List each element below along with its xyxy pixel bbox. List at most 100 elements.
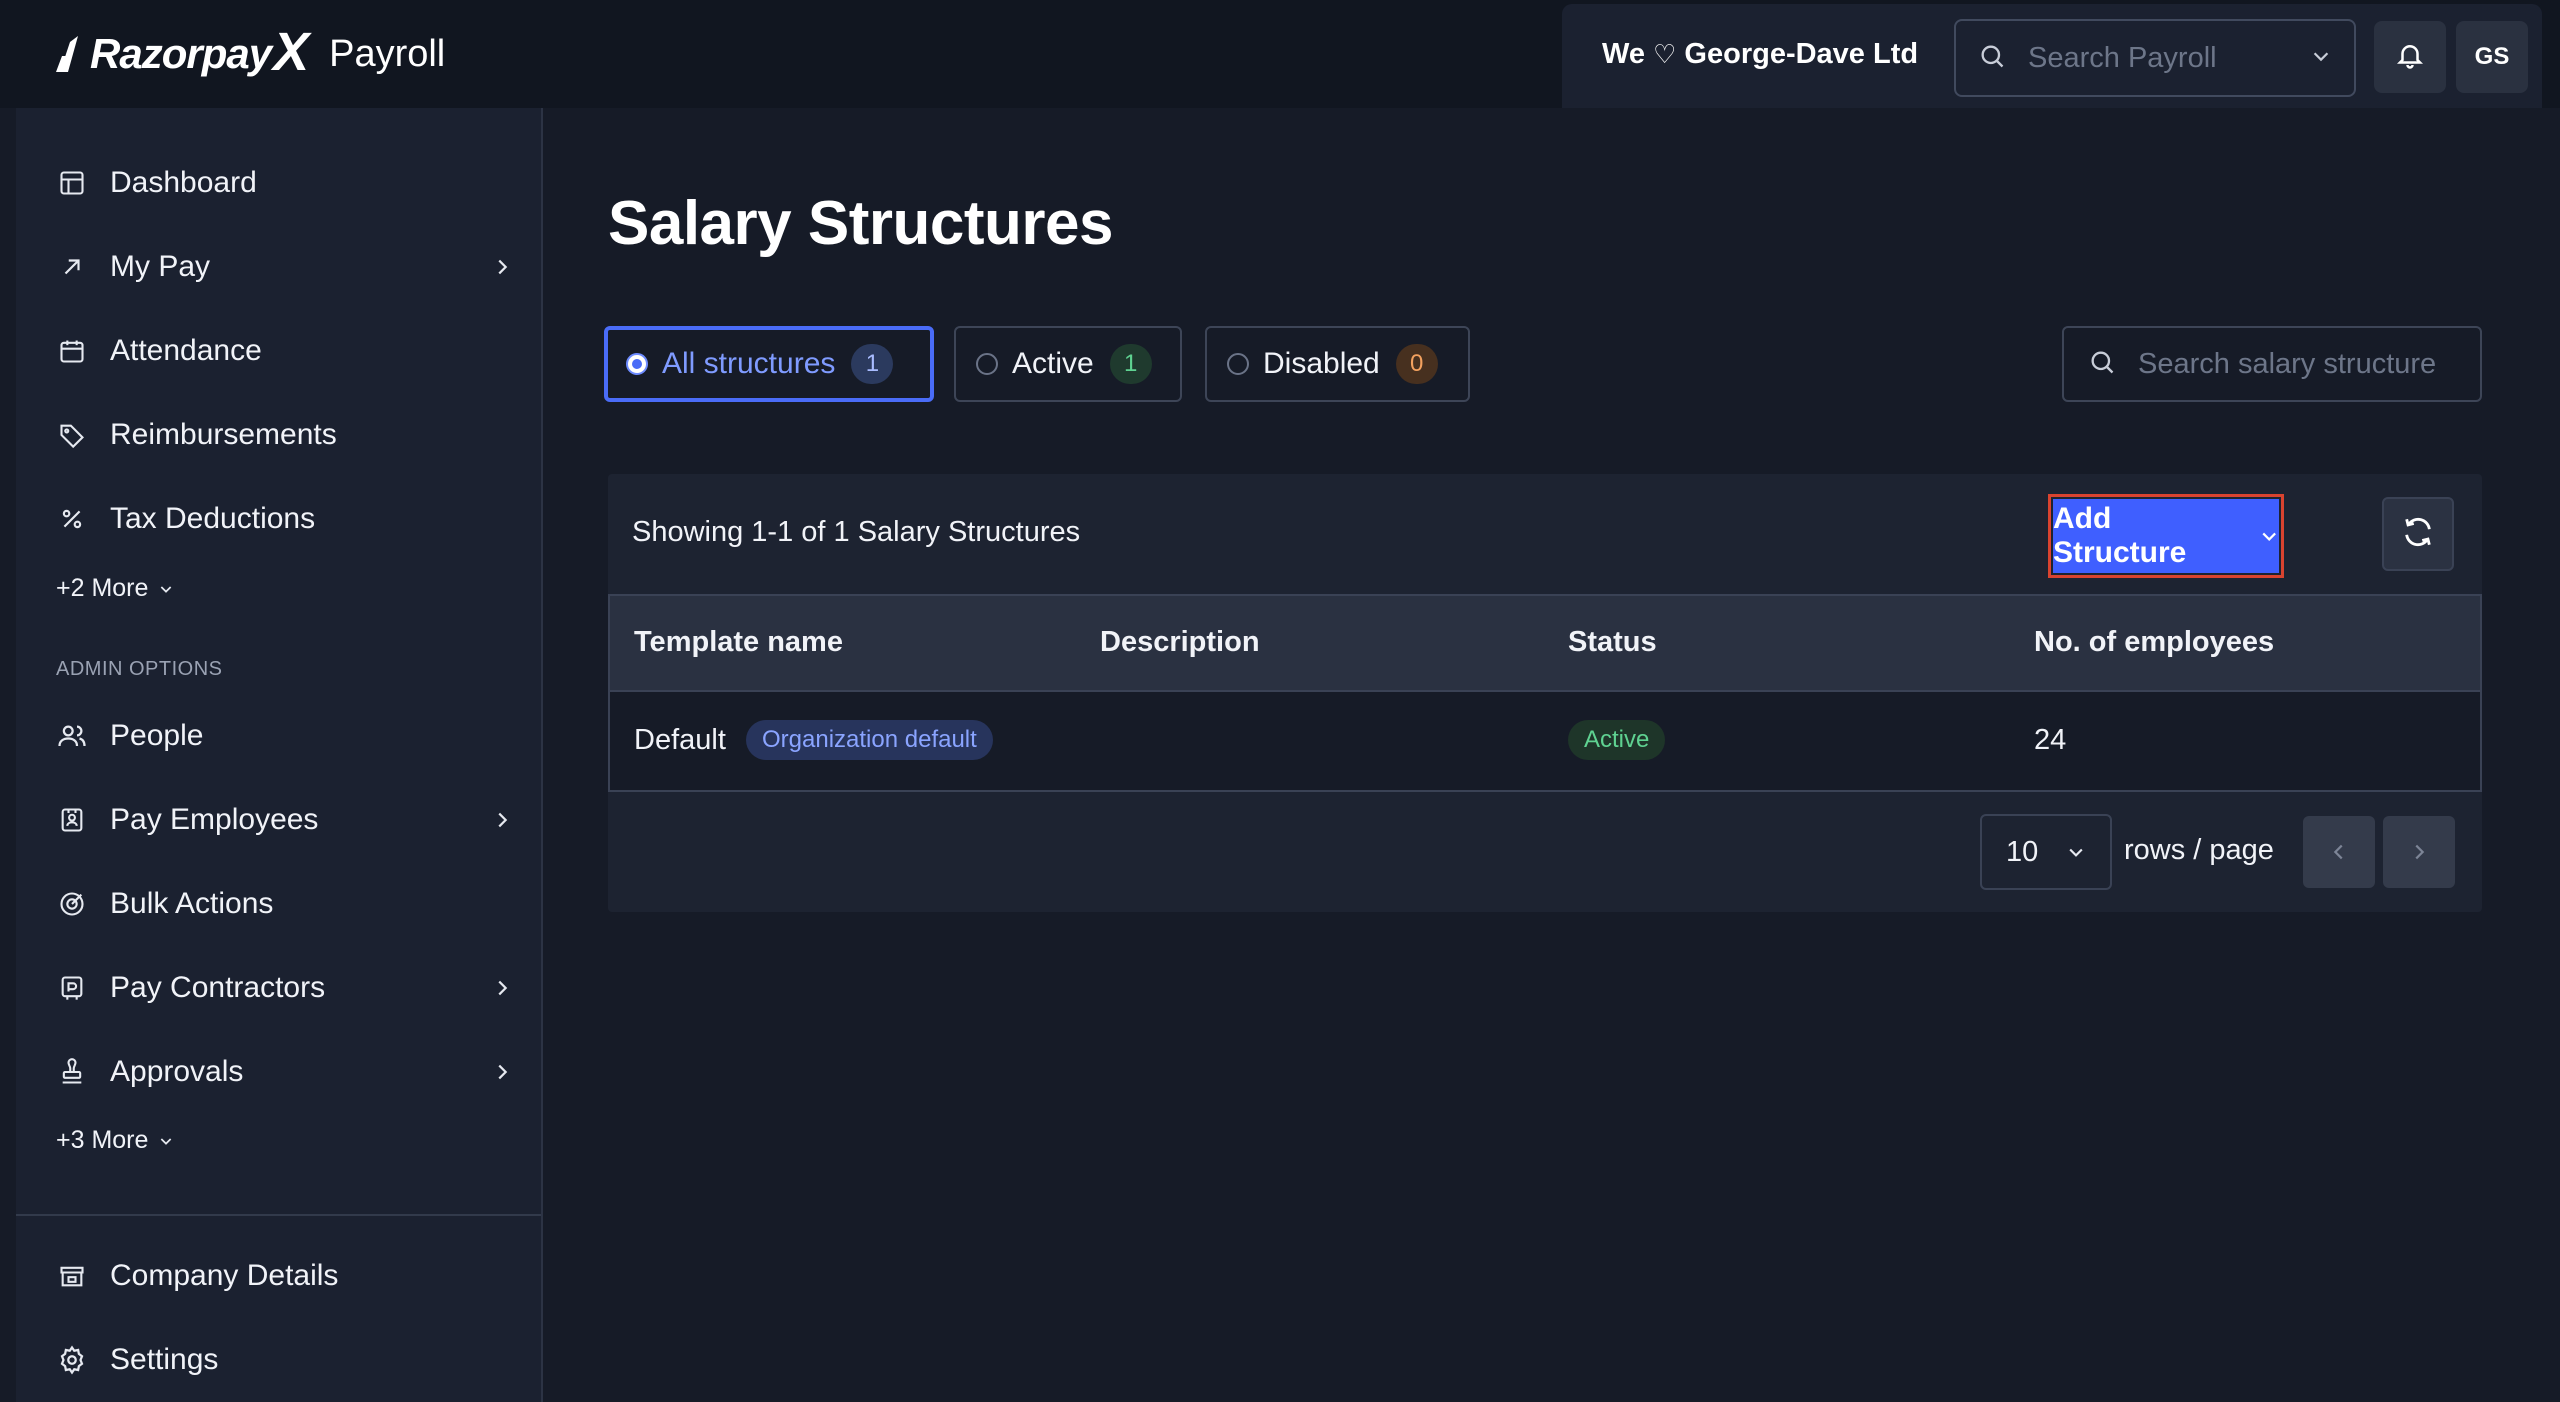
sidebar-item-dashboard[interactable]: Dashboard: [56, 153, 516, 213]
admin-options-heading: ADMIN OPTIONS: [56, 658, 223, 680]
organization-default-badge: Organization default: [746, 720, 993, 760]
global-search-input[interactable]: Search Payroll: [1954, 19, 2356, 97]
sidebar-item-label: People: [110, 719, 204, 752]
add-structure-label: Add Structure: [2053, 502, 2187, 569]
sidebar-item-bulk-actions[interactable]: Bulk Actions: [56, 874, 516, 934]
table-header: Template name Description Status No. of …: [610, 596, 2480, 692]
cell-template-name: Default: [634, 724, 726, 756]
column-header-status: Status: [1568, 626, 1657, 658]
target-icon: [56, 888, 88, 920]
sidebar-item-my-pay[interactable]: My Pay: [56, 237, 516, 297]
filter-label: Active: [1012, 347, 1094, 380]
brand-logo-link[interactable]: Razorpay X Payroll: [56, 22, 445, 86]
chevron-left-icon: [2333, 844, 2343, 860]
chevron-down-icon: [2262, 532, 2276, 541]
filter-count: 1: [1109, 344, 1152, 384]
filter-count: 1: [851, 344, 894, 384]
gear-icon: [56, 1344, 88, 1376]
page-title: Salary Structures: [608, 189, 1113, 258]
table-row[interactable]: Default Organization default Active 24: [610, 692, 2480, 790]
radio-icon: [976, 353, 998, 375]
dashboard-icon: [56, 167, 88, 199]
chevron-down-icon: [2310, 45, 2332, 72]
status-badge: Active: [1568, 720, 1666, 760]
employee-badge-icon: [56, 804, 88, 836]
sidebar-item-label: Pay Employees: [110, 803, 319, 836]
sidebar-item-company-details[interactable]: Company Details: [56, 1246, 516, 1306]
sidebar-more-toggle-2[interactable]: +3 More: [56, 1126, 174, 1155]
store-icon: [56, 1260, 88, 1292]
sidebar-item-label: Reimbursements: [110, 418, 337, 451]
column-header-employees: No. of employees: [2034, 626, 2275, 658]
company-name[interactable]: We ♡ George-Dave Ltd: [1602, 38, 1918, 71]
chevron-down-icon: [161, 585, 172, 593]
column-header-description: Description: [1100, 626, 1260, 658]
more-label: +2 More: [56, 574, 149, 602]
brand-x-mark: X: [273, 22, 310, 82]
sidebar-item-people[interactable]: People: [56, 706, 516, 766]
refresh-button[interactable]: [2382, 497, 2454, 571]
bell-icon: [2395, 40, 2425, 75]
arrow-up-right-icon: [56, 251, 88, 283]
filter-all-structures[interactable]: All structures 1: [604, 326, 934, 402]
more-label: +3 More: [56, 1126, 149, 1154]
brand-product: Payroll: [329, 32, 446, 75]
previous-page-button[interactable]: [2303, 816, 2375, 888]
radio-icon: [1227, 353, 1249, 375]
filter-label: Disabled: [1263, 347, 1380, 380]
radio-selected-icon: [626, 353, 648, 375]
sidebar-item-label: Attendance: [110, 334, 262, 367]
search-icon: [1978, 42, 2006, 75]
salary-structure-search-input[interactable]: Search salary structure: [2062, 326, 2482, 402]
sidebar-item-label: Approvals: [110, 1055, 244, 1088]
rows-per-page-value: 10: [2006, 835, 2039, 868]
sidebar-more-toggle-1[interactable]: +2 More: [56, 574, 174, 603]
sidebar-item-approvals[interactable]: Approvals: [56, 1042, 516, 1102]
company-name-text: George-Dave Ltd: [1684, 38, 1919, 70]
add-structure-button[interactable]: Add Structure: [2053, 499, 2279, 573]
sidebar-item-label: My Pay: [110, 250, 211, 283]
search-icon: [2088, 348, 2116, 381]
filter-label: All structures: [662, 347, 836, 380]
sidebar-item-pay-employees[interactable]: Pay Employees: [56, 790, 516, 850]
search-placeholder: Search Payroll: [2028, 41, 2217, 74]
chevron-right-icon: [2415, 844, 2425, 860]
chevron-right-icon: [488, 974, 516, 1002]
cell-employees: 24: [2034, 724, 2067, 756]
chevron-down-icon: [2069, 848, 2083, 857]
filter-count: 0: [1395, 344, 1438, 384]
tag-icon: [56, 419, 88, 451]
heart-icon: ♡: [1653, 39, 1677, 69]
percent-icon: [56, 503, 88, 535]
filter-active[interactable]: Active 1: [954, 326, 1182, 402]
add-structure-highlight: Add Structure: [2048, 494, 2284, 578]
notifications-button[interactable]: [2374, 21, 2446, 93]
sidebar-item-label: Bulk Actions: [110, 887, 274, 920]
sidebar: Dashboard My Pay Attendance Reimbursemen…: [16, 108, 543, 1402]
avatar[interactable]: GS: [2456, 21, 2528, 93]
chevron-right-icon: [488, 1058, 516, 1086]
sidebar-item-tax-deductions[interactable]: Tax Deductions: [56, 489, 516, 549]
sidebar-item-pay-contractors[interactable]: Pay Contractors: [56, 958, 516, 1018]
filter-disabled[interactable]: Disabled 0: [1205, 326, 1470, 402]
sidebar-divider: [16, 1214, 541, 1216]
refresh-icon: [2401, 515, 2435, 554]
calendar-icon: [56, 335, 88, 367]
sidebar-item-label: Settings: [110, 1343, 219, 1376]
next-page-button[interactable]: [2383, 816, 2455, 888]
sidebar-item-attendance[interactable]: Attendance: [56, 321, 516, 381]
contractor-icon: [56, 972, 88, 1004]
brand-name: Razorpay: [90, 30, 272, 77]
rows-per-page-select[interactable]: 10: [1980, 814, 2112, 890]
chevron-right-icon: [488, 253, 516, 281]
sidebar-item-label: Tax Deductions: [110, 502, 316, 535]
chevron-right-icon: [488, 806, 516, 834]
razorpay-logo-icon: [56, 34, 86, 74]
company-prefix: We: [1602, 38, 1645, 70]
chevron-down-icon: [161, 1137, 172, 1145]
rows-per-page-label: rows / page: [2124, 834, 2274, 866]
sidebar-item-label: Company Details: [110, 1259, 339, 1292]
sidebar-item-settings[interactable]: Settings: [56, 1330, 516, 1390]
sidebar-item-reimbursements[interactable]: Reimbursements: [56, 405, 516, 465]
top-bar: Razorpay X Payroll We ♡ George-Dave Ltd …: [0, 0, 2560, 108]
